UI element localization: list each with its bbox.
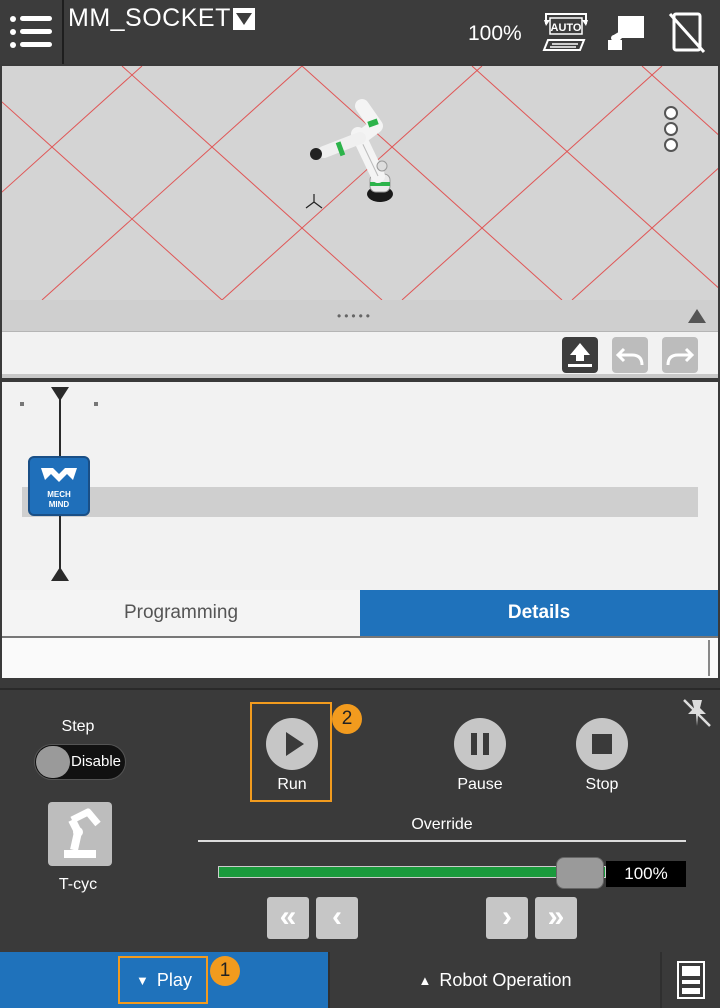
pause-label: Pause	[457, 776, 503, 793]
origin-axis-icon	[305, 194, 323, 209]
fast-forward-button[interactable]: »	[535, 897, 577, 939]
stop-label: Stop	[585, 776, 619, 793]
program-end-marker	[51, 567, 69, 581]
bottom-bar: ▼ Play 1 ▲ Robot Operation	[0, 952, 720, 1008]
override-slider-handle[interactable]	[556, 857, 604, 889]
auto-mode-icon[interactable]: AUTO	[542, 10, 590, 54]
robot-arm-model	[310, 99, 393, 202]
double-chevron-right-icon: »	[547, 900, 565, 933]
program-start-marker	[51, 387, 69, 401]
program-name: MM_SOCKET	[68, 4, 231, 32]
program-selector[interactable]: MM_SOCKET	[68, 4, 255, 33]
device-disabled-icon[interactable]	[664, 10, 712, 54]
tree-tick	[20, 402, 24, 406]
upload-button[interactable]	[562, 337, 598, 373]
dot-icon	[664, 122, 678, 136]
redo-button[interactable]	[662, 337, 698, 373]
robot-screen-icon[interactable]	[600, 10, 648, 54]
collapse-view-icon[interactable]	[688, 309, 706, 323]
override-value: 100%	[606, 861, 686, 887]
pin-icon[interactable]	[680, 696, 714, 730]
callout-badge-1: 1	[210, 956, 240, 986]
undo-icon	[615, 347, 644, 366]
override-label: Override	[411, 816, 473, 833]
program-tree[interactable]: MECH MIND	[2, 382, 718, 590]
toggle-knob	[36, 746, 70, 778]
step-toggle-state: Disable	[71, 753, 122, 770]
drag-handle-icon[interactable]: •••••	[337, 310, 373, 322]
top-bar: MM_SOCKET 100% AUTO	[0, 0, 720, 64]
fast-backward-button[interactable]: «	[267, 897, 309, 939]
play-panel: Step Disable T-cyc Run 2 Pause Stop Over…	[0, 688, 720, 952]
override-slider-track[interactable]	[218, 866, 606, 878]
robot-3d-view[interactable]	[2, 66, 718, 300]
callout-badge-2: 2	[332, 704, 362, 734]
redo-icon	[666, 347, 695, 366]
dropdown-caret-icon	[232, 7, 255, 30]
view-options-button[interactable]	[664, 106, 678, 154]
mech-mind-logo-icon	[41, 468, 77, 482]
stop-icon	[592, 734, 612, 754]
tcyc-label: T-cyc	[58, 876, 98, 893]
step-toggle[interactable]: Disable	[34, 744, 126, 780]
tab-programming[interactable]: Programming	[2, 590, 360, 636]
speed-readout[interactable]: 100%	[468, 22, 522, 46]
override-divider	[198, 840, 686, 842]
run-highlight-box	[250, 702, 332, 802]
chevron-left-icon: ‹	[332, 900, 342, 933]
chevron-right-icon: ›	[502, 900, 512, 933]
auto-text: AUTO	[551, 22, 582, 34]
stop-button[interactable]	[576, 718, 628, 770]
caret-up-icon: ▲	[418, 972, 432, 988]
details-panel[interactable]	[2, 636, 718, 678]
upload-icon	[568, 343, 592, 367]
node-label-line1: MECH	[47, 490, 71, 499]
tree-node-row[interactable]	[22, 487, 698, 517]
undo-button[interactable]	[612, 337, 648, 373]
step-label: Step	[61, 718, 95, 735]
status-panel-button[interactable]	[662, 952, 720, 1008]
dot-icon	[664, 138, 678, 152]
pause-icon	[471, 733, 489, 755]
view-splitter[interactable]: •••••	[2, 300, 718, 332]
tab-details[interactable]: Details	[360, 590, 718, 636]
dot-icon	[664, 106, 678, 120]
tree-toolbar	[2, 332, 718, 378]
robot-arm-icon	[64, 808, 101, 858]
editor-tabs: Programming Details	[2, 590, 718, 636]
tcyc-button[interactable]	[48, 802, 112, 866]
hamburger-menu-icon[interactable]	[0, 0, 64, 64]
robot-operation-tab[interactable]: ▲ Robot Operation	[330, 952, 660, 1008]
mech-mind-node[interactable]: MECH MIND	[28, 456, 90, 516]
cabinet-icon	[677, 961, 705, 999]
node-label-line2: MIND	[48, 500, 70, 509]
robot-operation-label: Robot Operation	[439, 969, 572, 990]
pause-button[interactable]	[454, 718, 506, 770]
step-forward-button[interactable]: ›	[486, 897, 528, 939]
double-chevron-left-icon: «	[279, 900, 297, 933]
tree-tick	[94, 402, 98, 406]
step-backward-button[interactable]: ‹	[316, 897, 358, 939]
play-highlight-box	[118, 956, 208, 1004]
